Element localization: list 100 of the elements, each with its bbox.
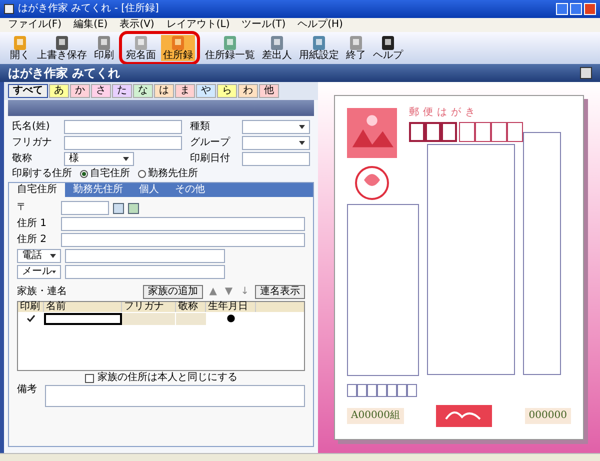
index-tab[interactable]: は	[154, 84, 174, 98]
postal-code-box	[507, 122, 523, 142]
tab[interactable]: その他	[167, 183, 213, 197]
toolbar-button[interactable]: 終了	[344, 35, 368, 61]
index-tab[interactable]: や	[196, 84, 216, 98]
column-header: 名前	[44, 302, 122, 312]
app-icon	[4, 4, 14, 14]
radio-option[interactable]: 自宅住所	[80, 169, 130, 179]
section-label: 家族・連名	[17, 287, 67, 297]
toolbar-button[interactable]: 用紙設定	[297, 35, 341, 61]
toolbar-icon	[14, 36, 26, 50]
sender-code-box	[357, 384, 367, 397]
caret-icon	[299, 125, 305, 129]
index-tab[interactable]: わ	[238, 84, 258, 98]
dropdown[interactable]: 電話	[17, 249, 61, 263]
postal-code-box	[459, 122, 475, 142]
caret-icon	[52, 270, 56, 274]
lottery-number: 000000	[524, 408, 571, 424]
field-label: 〒	[17, 203, 28, 213]
minimize-icon[interactable]	[556, 3, 568, 15]
input-field[interactable]	[64, 136, 182, 150]
menu-item[interactable]: ファイル(F)	[8, 20, 62, 30]
seal-drawing	[436, 405, 492, 427]
dropdown[interactable]	[242, 120, 310, 134]
dropdown[interactable]: 様	[64, 152, 134, 166]
field-label: 住所 2	[17, 235, 48, 245]
maximize-icon[interactable]	[570, 3, 582, 15]
toolbar-button[interactable]: 上書き保存	[35, 35, 89, 61]
tab[interactable]: 自宅住所	[9, 183, 65, 197]
input-field[interactable]	[65, 249, 225, 263]
toolbar-button[interactable]: 住所録	[161, 35, 195, 61]
close-icon[interactable]	[584, 3, 596, 15]
toolbar-icon	[56, 36, 68, 50]
input-field[interactable]	[65, 265, 225, 279]
toolbar-button[interactable]: 開く	[8, 35, 32, 61]
column-header: 印刷	[18, 302, 44, 312]
memo-field[interactable]	[45, 385, 305, 407]
sender-code-box	[367, 384, 377, 397]
input-field[interactable]	[242, 152, 310, 166]
dropdown[interactable]: メール	[17, 265, 61, 279]
sender-code-box	[377, 384, 387, 397]
toolbar-icon	[271, 36, 283, 50]
toolbar-button[interactable]: 印刷	[92, 35, 116, 61]
checkbox[interactable]	[84, 374, 94, 382]
input-field[interactable]	[64, 120, 182, 134]
index-tab[interactable]: さ	[91, 84, 111, 98]
index-tab[interactable]: あ	[49, 84, 69, 98]
check-icon[interactable]	[27, 315, 35, 322]
menu-item[interactable]: ツール(T)	[242, 20, 286, 30]
show-button[interactable]: 連名表示	[255, 285, 305, 299]
toolbar-button[interactable]: ヘルプ	[371, 35, 405, 61]
toolbar-icon	[172, 36, 184, 50]
postal-code-box	[425, 122, 441, 142]
field-label: 印刷日付	[190, 154, 231, 164]
toolbar-icon	[98, 36, 110, 50]
caret-icon	[123, 157, 129, 161]
menu-item[interactable]: レイアウト(L)	[166, 20, 230, 30]
lottery-number: A00000組	[347, 408, 404, 424]
sender-code-box	[347, 384, 357, 397]
zip-search-icon[interactable]	[113, 202, 124, 214]
field-label: 氏名(姓)	[12, 122, 51, 132]
index-tab[interactable]: ま	[175, 84, 195, 98]
sender-code-box	[407, 384, 417, 397]
menu-item[interactable]: 編集(E)	[74, 20, 108, 30]
postal-code-box	[441, 122, 457, 142]
index-tab[interactable]: ら	[217, 84, 237, 98]
radio-icon[interactable]	[80, 170, 88, 178]
tab[interactable]: 勤務先住所	[65, 183, 131, 197]
toolbar-button[interactable]: 宛名面	[124, 35, 158, 61]
menu-item[interactable]: ヘルプ(H)	[298, 20, 343, 30]
radio-icon[interactable]	[138, 170, 146, 178]
toolbar-button[interactable]: 差出人	[260, 35, 294, 61]
stamp-drawing	[347, 108, 397, 158]
input-field[interactable]	[61, 217, 305, 231]
input-field[interactable]	[61, 201, 109, 215]
index-tab[interactable]: か	[70, 84, 90, 98]
window-title: はがき作家 みてくれ - [住所録]	[18, 4, 159, 14]
caret-icon	[299, 141, 305, 145]
index-tab[interactable]: な	[133, 84, 153, 98]
menu-item[interactable]: 表示(V)	[120, 20, 154, 30]
radio-option[interactable]: 勤務先住所	[138, 169, 198, 179]
table-cell[interactable]	[44, 312, 122, 324]
banner-title: はがき作家 みてくれ	[8, 67, 120, 79]
table-cell-text: ●	[226, 314, 236, 324]
checkbox-label: 家族の住所は本人と同じにする	[98, 373, 238, 383]
field-label: 種類	[190, 122, 211, 132]
map-icon[interactable]	[128, 202, 139, 214]
index-tab[interactable]: すべて	[8, 84, 48, 98]
radio-group-label: 印刷する住所	[12, 169, 72, 179]
toolbar-icon	[135, 36, 147, 50]
dropdown[interactable]	[242, 136, 310, 150]
index-tab[interactable]: た	[112, 84, 132, 98]
panel-icon[interactable]	[580, 67, 592, 79]
add-family-button[interactable]: 家族の追加	[143, 285, 204, 299]
postmark-drawing	[355, 166, 389, 200]
index-tab[interactable]: 他	[259, 84, 279, 98]
toolbar-button[interactable]: 住所録一覧	[203, 35, 257, 61]
input-field[interactable]	[61, 233, 305, 247]
caret-icon	[50, 254, 56, 258]
tab[interactable]: 個人	[131, 183, 167, 197]
